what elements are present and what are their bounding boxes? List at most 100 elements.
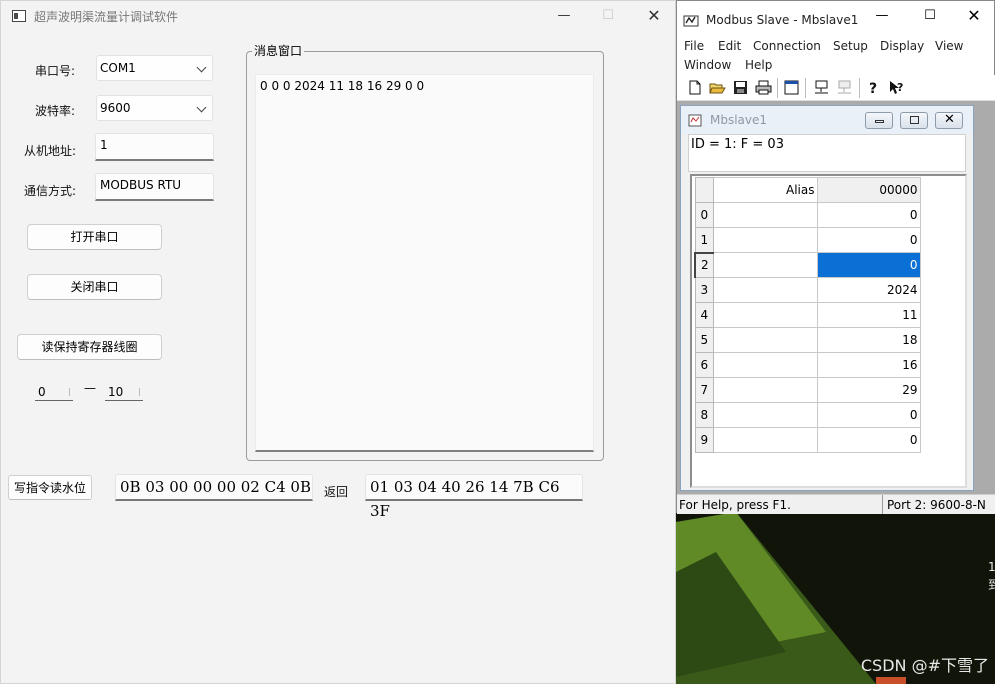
command-hex-input[interactable]: 0B 03 00 00 00 02 C4 0B [115, 474, 313, 501]
register-value-cell[interactable]: 0 [816, 427, 921, 453]
connect-icon[interactable] [813, 79, 830, 96]
register-value-cell[interactable]: 11 [816, 302, 921, 328]
comm-mode-input[interactable]: MODBUS RTU [95, 173, 214, 201]
table-row[interactable]: 4 11 [694, 302, 921, 328]
table-row[interactable]: 3 2024 [694, 277, 921, 303]
chevron-down-icon [196, 62, 207, 73]
alias-cell[interactable] [712, 277, 818, 303]
register-value-cell[interactable]: 0 [816, 402, 921, 428]
row-index-cell[interactable]: 2 [694, 251, 714, 278]
alias-cell[interactable] [712, 302, 818, 328]
row-index-cell[interactable]: 3 [694, 277, 714, 303]
open-port-button[interactable]: 打开串口 [27, 224, 162, 250]
close-port-button[interactable]: 关闭串口 [27, 274, 162, 300]
child-window-title: Mbslave1 [710, 113, 768, 127]
command-hex-value: 0B 03 00 00 00 02 C4 0B [120, 478, 311, 496]
return-label: 返回 [324, 485, 349, 499]
range-start-spinbox[interactable]: 0 [35, 385, 73, 401]
alias-cell[interactable] [712, 377, 818, 403]
child-title-bar[interactable]: Mbslave1 ✕ [681, 106, 973, 134]
write-command-read-level-button[interactable]: 写指令读水位 [8, 475, 92, 500]
modbus-maximize-button[interactable]: ☐ [915, 8, 945, 23]
menu-connection[interactable]: Connection [753, 39, 821, 53]
help-icon[interactable]: ? [865, 79, 882, 96]
menu-window[interactable]: Window [684, 58, 731, 72]
alias-cell[interactable] [712, 252, 818, 278]
row-index-cell[interactable]: 1 [694, 227, 714, 253]
alias-cell[interactable] [712, 202, 818, 228]
desktop-text-fragment: 到 [988, 578, 995, 592]
status-help-text: For Help, press F1. [679, 498, 791, 512]
range-end-spinbox[interactable]: 10 [105, 385, 143, 401]
register-value-cell[interactable]: 0 [816, 252, 921, 278]
spin-arrow-icon[interactable] [69, 388, 72, 396]
close-button[interactable]: ✕ [631, 1, 677, 31]
row-index-cell[interactable]: 9 [694, 427, 714, 453]
table-row[interactable]: 7 29 [694, 377, 921, 403]
save-icon[interactable] [732, 79, 749, 96]
table-row[interactable]: 10 [694, 227, 921, 253]
title-bar[interactable]: 超声波明渠流量计调试软件 — ☐ ✕ [1, 1, 677, 31]
menu-help[interactable]: Help [745, 58, 772, 72]
read-holding-registers-button[interactable]: 读保持寄存器线圈 [17, 334, 162, 360]
table-row[interactable]: 80 [694, 402, 921, 428]
spin-arrow-icon[interactable] [139, 388, 142, 396]
alias-cell[interactable] [712, 327, 818, 353]
register-value-cell[interactable]: 2024 [816, 277, 921, 303]
register-value-cell[interactable]: 16 [816, 352, 921, 378]
table-row[interactable]: 20 [694, 251, 921, 278]
context-help-icon[interactable]: ? [888, 79, 905, 96]
message-text-area[interactable]: 0 0 0 2024 11 18 16 29 0 0 [255, 74, 594, 452]
port-select-value: COM1 [100, 61, 136, 75]
table-row[interactable]: 5 18 [694, 327, 921, 353]
print-icon[interactable] [755, 79, 772, 96]
child-restore-button[interactable] [900, 112, 928, 129]
alias-cell[interactable] [712, 352, 818, 378]
port-select[interactable]: COM1 [96, 55, 213, 81]
modbus-close-button[interactable]: ✕ [959, 6, 989, 25]
menu-setup[interactable]: Setup [833, 39, 868, 53]
row-index-cell[interactable]: 5 [694, 327, 714, 353]
table-row[interactable]: 6 16 [694, 352, 921, 378]
alias-column-header[interactable]: Alias [712, 177, 818, 203]
register-value-cell[interactable]: 0 [816, 202, 921, 228]
menu-file[interactable]: File [684, 39, 704, 53]
table-row[interactable]: 00 [694, 202, 921, 228]
child-minimize-button[interactable] [865, 112, 893, 129]
modbus-title-bar[interactable]: Modbus Slave - Mbslave1 — ☐ ✕ [677, 6, 995, 34]
minimize-button[interactable]: — [541, 1, 587, 31]
return-hex-value: 01 03 04 40 26 14 7B C6 3F [370, 478, 560, 520]
return-hex-output[interactable]: 01 03 04 40 26 14 7B C6 3F [365, 474, 583, 520]
register-grid-frame: Alias 00000 0 0 1 0 2 0 3 2024 4 11 5 18 6 16 7 29 8 0 9 0 [690, 174, 967, 488]
baud-select[interactable]: 9600 [96, 95, 213, 121]
alias-cell[interactable] [712, 227, 818, 253]
alias-cell[interactable] [712, 402, 818, 428]
menu-view[interactable]: View [935, 39, 963, 53]
window-icon[interactable] [783, 79, 800, 96]
menu-edit[interactable]: Edit [718, 39, 741, 53]
table-row[interactable]: 90 [694, 427, 921, 453]
modbus-app-icon [683, 15, 699, 27]
disconnect-icon[interactable] [836, 79, 853, 96]
modbus-minimize-button[interactable]: — [867, 8, 897, 23]
range-separator: — [84, 381, 96, 395]
row-index-cell[interactable]: 7 [694, 377, 714, 403]
svg-text:?: ? [897, 81, 903, 94]
register-value-cell[interactable]: 0 [816, 227, 921, 253]
message-text: 0 0 0 2024 11 18 16 29 0 0 [260, 79, 425, 93]
alias-cell[interactable] [712, 427, 818, 453]
child-close-button[interactable]: ✕ [935, 112, 963, 129]
new-file-icon[interactable] [686, 79, 703, 96]
menu-display[interactable]: Display [880, 39, 924, 53]
toolbar: ? ? [677, 75, 995, 101]
open-folder-icon[interactable] [709, 79, 726, 96]
register-value-cell[interactable]: 18 [816, 327, 921, 353]
address-column-header[interactable]: 00000 [816, 177, 921, 203]
row-index-cell[interactable]: 8 [694, 402, 714, 428]
register-value-cell[interactable]: 29 [816, 377, 921, 403]
row-index-cell[interactable]: 0 [694, 202, 714, 228]
slave-address-input[interactable]: 1 [95, 133, 214, 161]
maximize-button[interactable]: ☐ [585, 1, 631, 31]
row-index-cell[interactable]: 4 [694, 302, 714, 328]
row-index-cell[interactable]: 6 [694, 352, 714, 378]
